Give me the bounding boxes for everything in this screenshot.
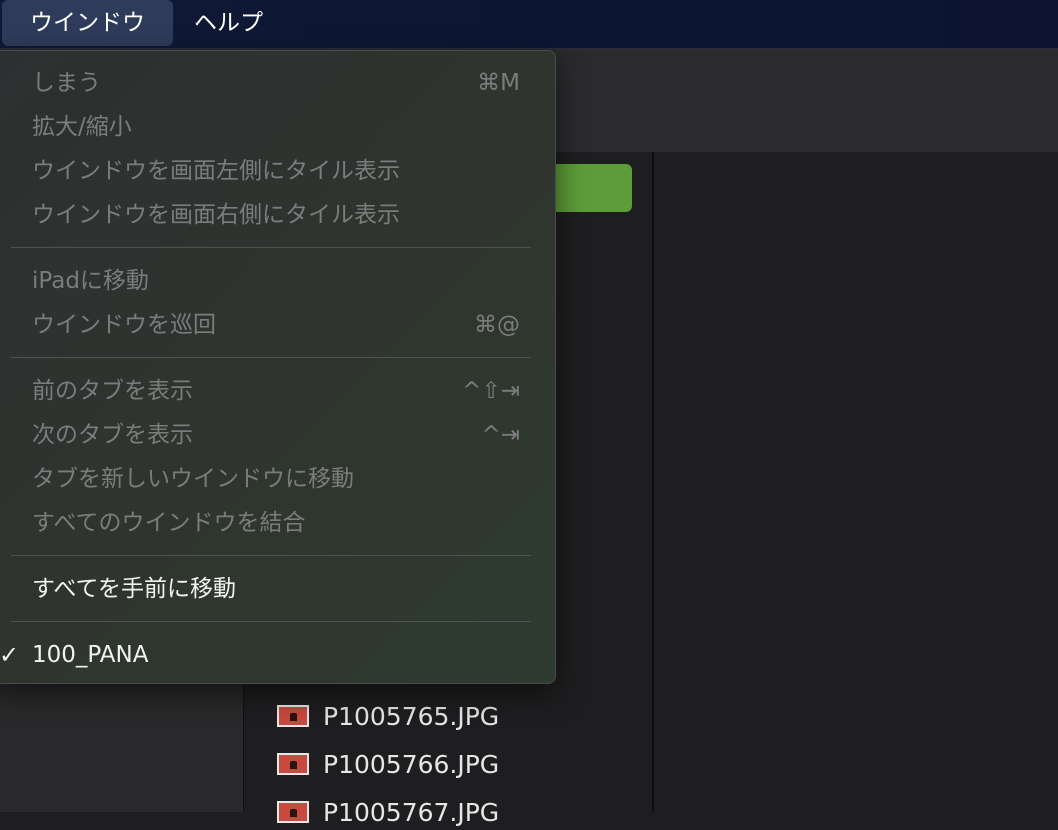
menu-item-shortcut: ⌘@: [474, 312, 520, 338]
menu-item-label: 前のタブを表示: [32, 378, 193, 404]
file-row[interactable]: P1005765.JPG: [277, 698, 499, 734]
menu-item-label: すべてのウインドウを結合: [32, 510, 306, 536]
file-row[interactable]: P1005767.JPG: [277, 794, 499, 830]
menu-item-prev-tab[interactable]: 前のタブを表示 ^⇧⇥: [32, 371, 532, 411]
menu-item-label: iPadに移動: [32, 268, 149, 294]
image-file-icon: [277, 705, 309, 727]
menubar-help[interactable]: ヘルプ: [180, 0, 277, 48]
menu-bar: ウインドウ ヘルプ: [0, 0, 1058, 49]
window-menu-dropdown: しまう ⌘M 拡大/縮小 ウインドウを画面左側にタイル表示 ウインドウを画面右側…: [0, 50, 556, 684]
menu-item-next-tab[interactable]: 次のタブを表示 ^⇥: [32, 415, 532, 455]
menu-item-bring-all-to-front[interactable]: すべてを手前に移動: [32, 569, 532, 609]
menu-item-merge-windows[interactable]: すべてのウインドウを結合: [32, 503, 532, 543]
file-name: P1005765.JPG: [323, 701, 500, 731]
menu-item-label: タブを新しいウインドウに移動: [32, 466, 354, 492]
menu-item-label: すべてを手前に移動: [32, 576, 237, 602]
preview-pane: [654, 152, 1058, 812]
menu-separator: [11, 555, 531, 556]
image-file-icon: [277, 801, 309, 823]
menu-item-label: 次のタブを表示: [32, 422, 193, 448]
menu-item-shortcut: ^⇥: [481, 422, 520, 448]
menu-item-label: ウインドウを画面右側にタイル表示: [32, 202, 400, 228]
menu-item-label: ウインドウを巡回: [32, 312, 216, 338]
menu-item-move-tab-to-window[interactable]: タブを新しいウインドウに移動: [32, 459, 532, 499]
menu-item-tile-right[interactable]: ウインドウを画面右側にタイル表示: [32, 195, 532, 235]
menu-item-move-to-ipad[interactable]: iPadに移動: [32, 261, 532, 301]
checkmark-icon: ✓: [0, 641, 20, 669]
menu-item-window-100-pana[interactable]: 100_PANA: [32, 635, 532, 675]
file-name: P1005767.JPG: [323, 797, 500, 827]
menu-item-label: 拡大/縮小: [32, 114, 132, 140]
window-toolbar: [556, 49, 1058, 152]
menu-item-tile-left[interactable]: ウインドウを画面左側にタイル表示: [32, 151, 532, 191]
menu-item-cycle-windows[interactable]: ウインドウを巡回 ⌘@: [32, 305, 532, 345]
menu-item-label: 100_PANA: [32, 642, 149, 668]
file-row[interactable]: P1005766.JPG: [277, 746, 499, 782]
file-name: P1005766.JPG: [323, 749, 500, 779]
menu-item-minimize[interactable]: しまう ⌘M: [32, 63, 532, 103]
menu-item-label: しまう: [32, 70, 101, 96]
menu-item-zoom[interactable]: 拡大/縮小: [32, 107, 532, 147]
image-file-icon: [277, 753, 309, 775]
menu-separator: [11, 247, 531, 248]
menu-item-shortcut: ⌘M: [477, 70, 520, 96]
menu-separator: [11, 621, 531, 622]
menu-separator: [11, 357, 531, 358]
menu-item-label: ウインドウを画面左側にタイル表示: [32, 158, 400, 184]
menubar-window[interactable]: ウインドウ: [2, 0, 173, 46]
menu-item-shortcut: ^⇧⇥: [462, 378, 520, 404]
